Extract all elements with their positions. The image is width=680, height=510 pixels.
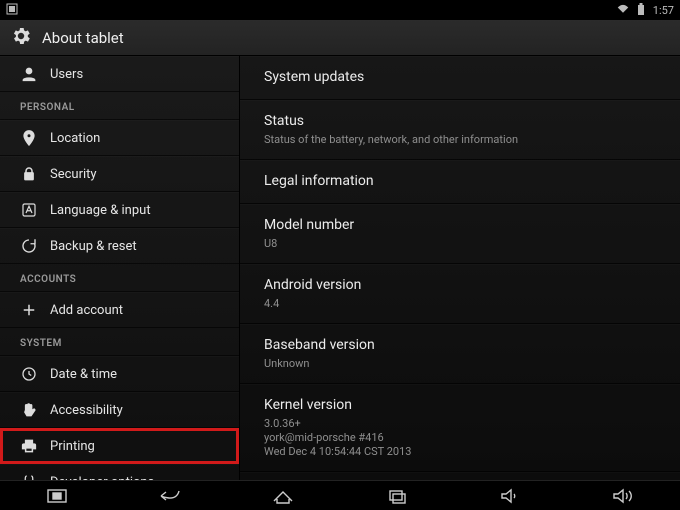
sidebar-item-location[interactable]: Location xyxy=(0,120,239,156)
sidebar-item-security[interactable]: Security xyxy=(0,156,239,192)
clock-text: 1:57 xyxy=(653,4,674,17)
pref-kernel-version[interactable]: Kernel version 3.0.36+ york@mid-porsche … xyxy=(240,384,680,472)
wifi-icon xyxy=(617,3,629,18)
screenshot-indicator-icon xyxy=(6,3,18,18)
navigation-bar xyxy=(0,480,680,510)
pref-summary: 4.4 xyxy=(264,297,656,311)
pref-title: Legal information xyxy=(264,171,656,191)
pref-system-updates[interactable]: System updates xyxy=(240,56,680,100)
language-icon xyxy=(20,201,38,219)
sidebar-item-label: Language & input xyxy=(50,203,151,218)
nav-volume-up-button[interactable] xyxy=(567,481,680,510)
braces-icon xyxy=(20,473,38,480)
lock-icon xyxy=(20,165,38,183)
settings-sidebar: Users PERSONAL Location Security Languag… xyxy=(0,56,240,480)
pref-summary: U8 xyxy=(264,237,656,251)
nav-screenshot-button[interactable] xyxy=(0,481,113,510)
sidebar-item-label: Security xyxy=(50,167,97,182)
clock-icon xyxy=(20,365,38,383)
pref-title: System updates xyxy=(264,67,656,87)
sidebar-item-label: Printing xyxy=(50,439,95,454)
pref-summary: Status of the battery, network, and othe… xyxy=(264,133,656,147)
users-icon xyxy=(20,65,38,83)
pref-model-number[interactable]: Model number U8 xyxy=(240,204,680,264)
screen-title: About tablet xyxy=(42,29,124,47)
status-bar: 1:57 xyxy=(0,0,680,20)
pref-summary: 3.0.36+ york@mid-porsche #416 Wed Dec 4 … xyxy=(264,417,656,459)
pref-title: Kernel version xyxy=(264,395,656,415)
pref-build-number[interactable]: Build number rk30sdk-eng 4.4 KRT16O eng.… xyxy=(240,472,680,480)
sidebar-item-backup-reset[interactable]: Backup & reset xyxy=(0,228,239,264)
sidebar-item-label: Location xyxy=(50,131,100,146)
sidebar-item-users[interactable]: Users xyxy=(0,56,239,92)
action-bar: About tablet xyxy=(0,20,680,56)
sidebar-item-printing[interactable]: Printing xyxy=(0,428,239,464)
nav-recents-button[interactable] xyxy=(340,481,453,510)
pref-status[interactable]: Status Status of the battery, network, a… xyxy=(240,100,680,160)
pref-title: Model number xyxy=(264,215,656,235)
pref-title: Android version xyxy=(264,275,656,295)
print-icon xyxy=(20,437,38,455)
battery-icon xyxy=(635,3,647,18)
pref-title: Baseband version xyxy=(264,335,656,355)
plus-icon xyxy=(20,301,38,319)
pref-legal-information[interactable]: Legal information xyxy=(240,160,680,204)
pref-android-version[interactable]: Android version 4.4 xyxy=(240,264,680,324)
pref-baseband-version[interactable]: Baseband version Unknown xyxy=(240,324,680,384)
pref-summary: Unknown xyxy=(264,357,656,371)
nav-back-button[interactable] xyxy=(113,481,226,510)
hand-icon xyxy=(20,401,38,419)
sidebar-item-label: Add account xyxy=(50,303,123,318)
sidebar-item-label: Backup & reset xyxy=(50,239,137,254)
content-pane: System updates Status Status of the batt… xyxy=(240,56,680,480)
sidebar-item-language-input[interactable]: Language & input xyxy=(0,192,239,228)
sidebar-item-add-account[interactable]: Add account xyxy=(0,292,239,328)
sidebar-item-label: Date & time xyxy=(50,367,117,382)
backup-icon xyxy=(20,237,38,255)
nav-home-button[interactable] xyxy=(227,481,340,510)
sidebar-header-personal: PERSONAL xyxy=(0,92,239,120)
sidebar-item-label: Accessibility xyxy=(50,403,123,418)
sidebar-header-accounts: ACCOUNTS xyxy=(0,264,239,292)
nav-volume-down-button[interactable] xyxy=(453,481,566,510)
sidebar-item-label: Users xyxy=(50,67,83,82)
sidebar-item-accessibility[interactable]: Accessibility xyxy=(0,392,239,428)
sidebar-item-developer-options[interactable]: Developer options xyxy=(0,464,239,480)
pref-title: Status xyxy=(264,111,656,131)
settings-gear-icon xyxy=(10,25,32,51)
sidebar-header-system: SYSTEM xyxy=(0,328,239,356)
location-icon xyxy=(20,129,38,147)
sidebar-item-date-time[interactable]: Date & time xyxy=(0,356,239,392)
